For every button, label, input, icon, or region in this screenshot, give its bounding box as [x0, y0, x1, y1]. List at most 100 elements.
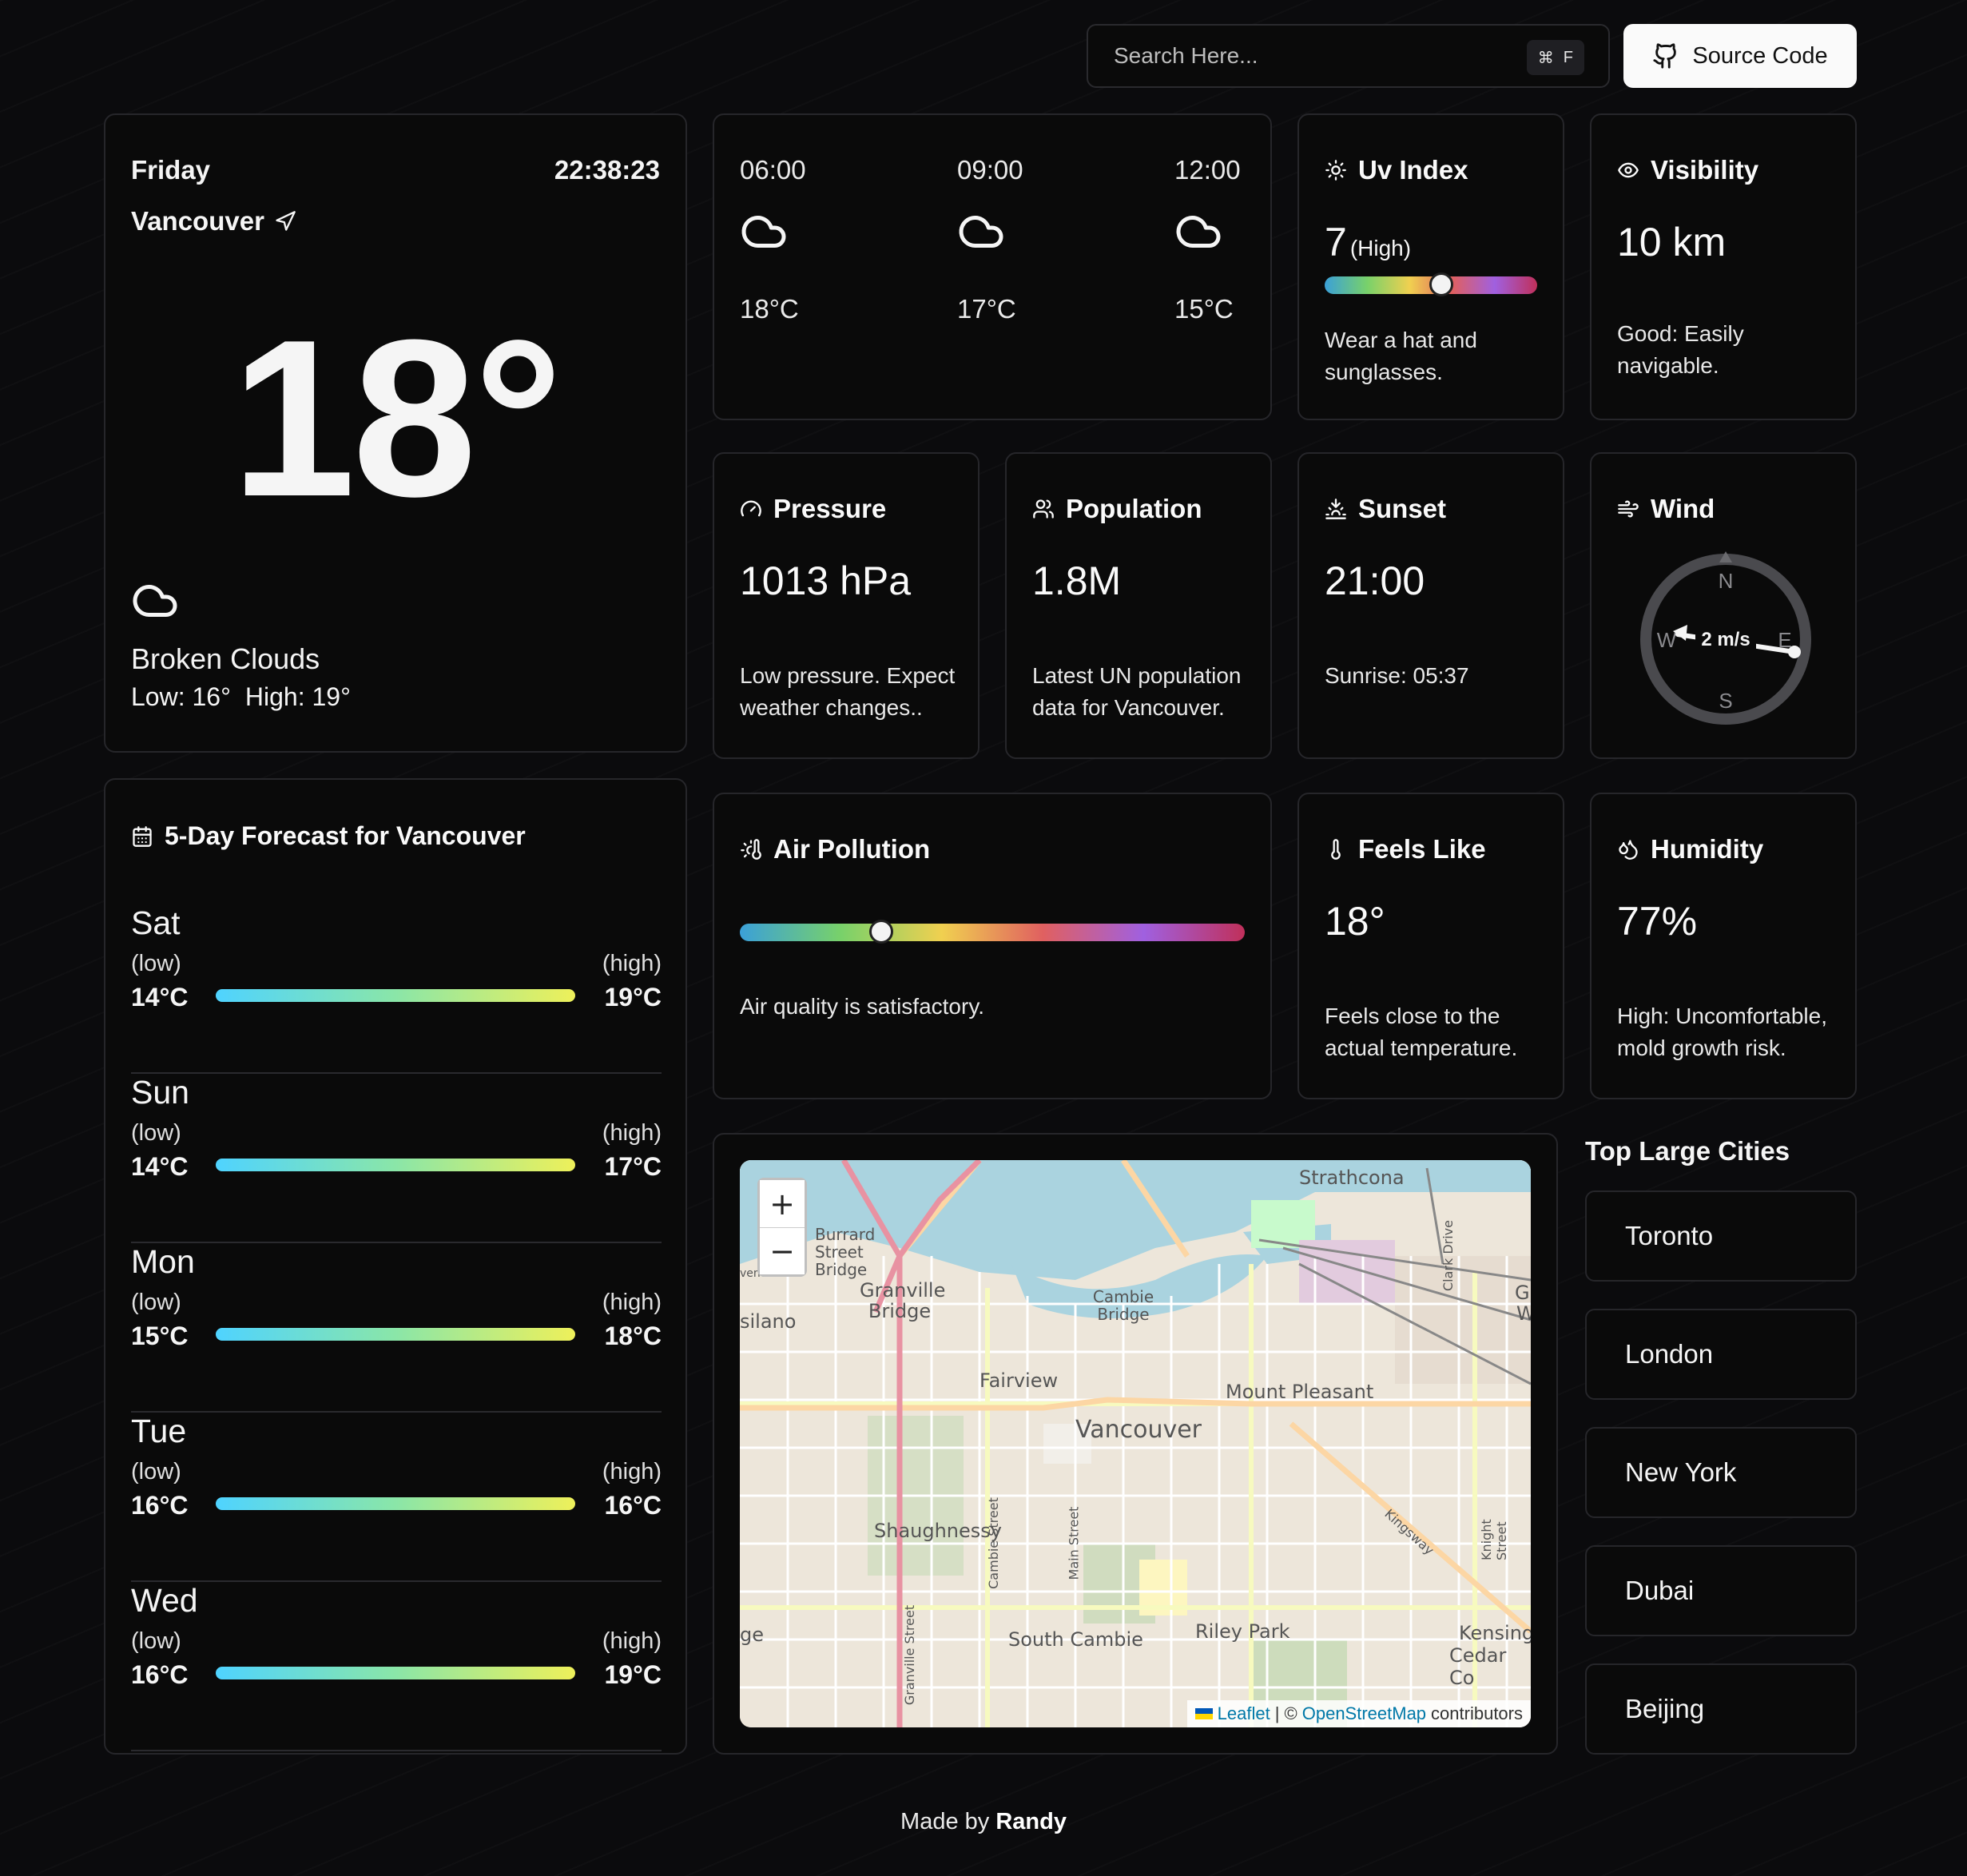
air-title: Air Pollution — [740, 834, 930, 864]
hour-time: 12:00 — [1174, 155, 1241, 185]
droplets-icon — [1619, 840, 1638, 860]
forecast-high: 16°C — [604, 1491, 662, 1520]
command-icon: ⌘ — [1537, 49, 1554, 67]
feels-like-card: Feels Like 18° Feels close to the actual… — [1297, 793, 1564, 1099]
uv-title-label: Uv Index — [1358, 155, 1468, 185]
forecast-high-label: (high) — [602, 1628, 662, 1654]
uv-advice: Wear a hat and sunglasses. — [1325, 328, 1477, 384]
compass-s: S — [1719, 689, 1732, 713]
wind-card: Wind N S E W 2 m/s — [1590, 452, 1857, 759]
current-city: Vancouver — [131, 206, 296, 236]
uv-scale-knob — [1429, 272, 1454, 296]
visibility-desc: Good: Easily navigable. — [1617, 321, 1744, 378]
forecast-title: 5-Day Forecast for Vancouver — [131, 821, 526, 851]
osm-link[interactable]: OpenStreetMap — [1302, 1703, 1426, 1724]
map-label: Cambie Bridge — [1092, 1287, 1154, 1324]
hourly-forecast-card: 06:00 18°C 09:00 17°C 12:00 15°C — [713, 113, 1272, 420]
cloud-icon — [959, 216, 1003, 248]
city-button-beijing[interactable]: Beijing — [1585, 1663, 1857, 1755]
forecast-temp-bar — [216, 989, 575, 1002]
city-button-new-york[interactable]: New York — [1585, 1427, 1857, 1518]
current-weather-card: Friday 22:38:23 Vancouver 18° Broken Clo… — [104, 113, 687, 753]
map-label: Clark Drive — [1440, 1219, 1456, 1292]
thermometer-icon — [1331, 839, 1341, 860]
cities-title: Top Large Cities — [1585, 1136, 1790, 1166]
forecast-temp-bar — [216, 1328, 575, 1341]
map-label: Fairview — [980, 1369, 1059, 1392]
hourly-item: 09:00 17°C — [957, 155, 1023, 324]
uv-value-row: 7 (High) — [1325, 219, 1411, 265]
footer-author[interactable]: Randy — [995, 1809, 1067, 1834]
sunset-card: Sunset 21:00 Sunrise: 05:37 — [1297, 452, 1564, 759]
gauge-icon — [741, 500, 761, 517]
visibility-value: 10 km — [1617, 220, 1727, 264]
map-attribution: Leaflet | © OpenStreetMap contributors — [1186, 1700, 1531, 1727]
sunset-title-label: Sunset — [1358, 494, 1447, 523]
forecast-day: Wed — [131, 1582, 198, 1619]
map-label: Vancouver — [1075, 1416, 1202, 1444]
map-label: Main Street — [1066, 1506, 1082, 1580]
compass-n: N — [1719, 569, 1734, 593]
leaflet-link[interactable]: Leaflet — [1218, 1703, 1270, 1724]
source-code-label: Source Code — [1692, 42, 1828, 69]
current-time: 22:38:23 — [554, 155, 660, 185]
wind-compass: N S E W 2 m/s — [1640, 551, 1811, 725]
five-day-forecast-card: 5-Day Forecast for Vancouver Sat (low) (… — [104, 778, 687, 1755]
air-quality-bar — [740, 920, 1245, 944]
map-label: Knight Street — [1479, 1519, 1509, 1560]
air-pollution-card: Air Pollution Air quality is satisfactor… — [713, 793, 1272, 1099]
search-box[interactable]: ⌘ F — [1087, 24, 1610, 88]
wind-speed: 2 m/s — [1701, 629, 1750, 650]
zoom-out-button[interactable]: − — [760, 1227, 805, 1274]
map-label: silano — [740, 1310, 797, 1333]
humidity-value: 77% — [1617, 899, 1698, 944]
github-icon — [1653, 43, 1677, 69]
wind-title-label: Wind — [1651, 494, 1715, 523]
humidity-title: Humidity — [1617, 834, 1763, 864]
population-title-label: Population — [1066, 494, 1202, 523]
uv-level: (High) — [1349, 236, 1412, 260]
navigation-icon — [276, 211, 296, 231]
sunrise-text: Sunrise: 05:37 — [1325, 663, 1469, 688]
calendar-icon — [133, 825, 152, 847]
map-label: W — [1516, 1302, 1531, 1325]
map-label: Burrard Street Bridge — [815, 1225, 876, 1279]
current-low-high: Low: 16° High: 19° — [131, 682, 351, 712]
thermometer-sun-icon — [741, 839, 761, 860]
sunset-icon — [1325, 499, 1346, 519]
search-input[interactable] — [1114, 43, 1497, 69]
forecast-low: 15°C — [131, 1322, 189, 1350]
forecast-low: 14°C — [131, 1152, 189, 1181]
city-button-toronto[interactable]: Toronto — [1585, 1190, 1857, 1282]
forecast-day: Sun — [131, 1074, 189, 1111]
forecast-row: Sun (low) (high) 14°C 17°C — [131, 1074, 662, 1243]
sun-icon — [1325, 160, 1346, 181]
map-label: Granville Bridge — [860, 1279, 946, 1322]
map-view[interactable]: Strathcona Burrard Street Bridge Granvil… — [740, 1160, 1531, 1727]
map-label: Kensing — [1459, 1622, 1531, 1644]
forecast-row: Mon (low) (high) 15°C 18°C — [131, 1243, 662, 1413]
feels-title-label: Feels Like — [1358, 834, 1486, 864]
humidity-desc: High: Uncomfortable, mold growth risk. — [1617, 1004, 1828, 1060]
forecast-row: Sat (low) (high) 14°C 19°C — [131, 904, 662, 1074]
forecast-low: 16°C — [131, 1491, 189, 1520]
current-day: Friday — [131, 155, 211, 185]
air-desc: Air quality is satisfactory. — [740, 994, 985, 1019]
city-button-dubai[interactable]: Dubai — [1585, 1545, 1857, 1636]
wind-title: Wind — [1617, 494, 1715, 524]
cloud-icon — [133, 585, 177, 617]
wind-icon — [1618, 500, 1639, 518]
zoom-in-button[interactable]: + — [760, 1180, 805, 1227]
attribution-tail: contributors — [1431, 1703, 1523, 1723]
city-button-london[interactable]: London — [1585, 1309, 1857, 1400]
pressure-card: Pressure 1013 hPa Low pressure. Expect w… — [713, 452, 980, 759]
pressure-title: Pressure — [740, 494, 886, 524]
zoom-control: + − — [757, 1178, 807, 1277]
visibility-title: Visibility — [1617, 155, 1758, 185]
source-code-button[interactable]: Source Code — [1623, 24, 1857, 88]
footer: Made by Randy — [0, 1809, 1967, 1835]
cloud-icon — [1176, 216, 1221, 248]
pressure-desc: Low pressure. Expect weather changes.. — [740, 663, 956, 720]
humidity-card: Humidity 77% High: Uncomfortable, mold g… — [1590, 793, 1857, 1099]
forecast-low: 16°C — [131, 1660, 189, 1689]
